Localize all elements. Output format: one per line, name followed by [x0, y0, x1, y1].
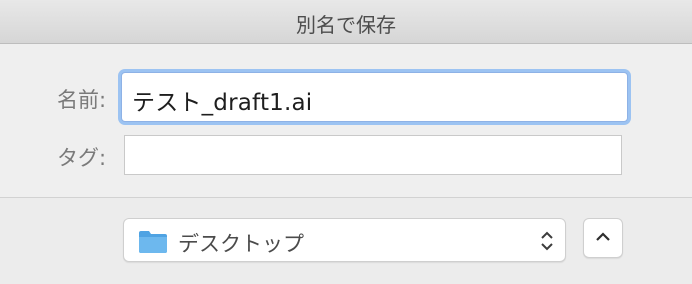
window-titlebar: 別名で保存 — [0, 0, 692, 44]
name-field[interactable]: テスト_draft1.ai — [121, 72, 628, 122]
folder-icon — [139, 231, 167, 253]
location-popup[interactable]: デスクトップ — [123, 218, 566, 262]
up-down-chevron-icon — [541, 231, 553, 251]
tag-label: タグ: — [57, 146, 107, 170]
expand-button[interactable] — [583, 218, 623, 258]
name-value: テスト_draft1.ai — [132, 90, 313, 116]
name-label: 名前: — [57, 88, 107, 112]
location-label: デスクトップ — [178, 232, 304, 256]
chevron-up-icon — [596, 232, 610, 241]
tag-field[interactable] — [124, 135, 622, 175]
window-title: 別名で保存 — [296, 13, 396, 37]
